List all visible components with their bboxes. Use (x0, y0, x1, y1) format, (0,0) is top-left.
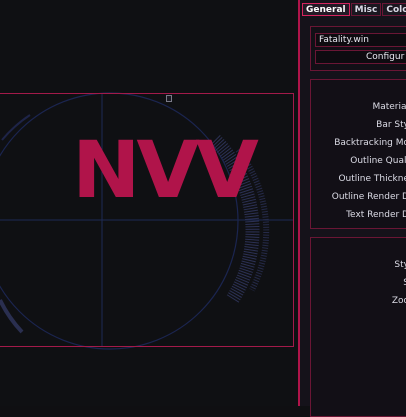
drag-handle[interactable] (166, 95, 172, 102)
tab-colors[interactable]: Colors (382, 3, 406, 16)
setting-text-render-distance[interactable]: Text Render D (346, 210, 406, 220)
tab-bar: General Misc Colors (302, 3, 406, 16)
setting-bar-style[interactable]: Bar Sty (376, 120, 406, 130)
preview-logo-text: NVV (72, 126, 259, 216)
preview-viewport: NVV (0, 0, 298, 406)
setting-material[interactable]: Material (372, 102, 406, 112)
setting-outline-thickness[interactable]: Outline Thickne (338, 174, 406, 184)
setting-outline-render-distance[interactable]: Outline Render D (332, 192, 406, 202)
config-select[interactable]: Fatality.win (315, 33, 406, 47)
settings-group-style: Sty S Zoo (310, 237, 406, 417)
menu-panel: General Misc Colors Fatality.win Configu… (298, 0, 406, 417)
settings-group-visuals: Material Bar Sty Backtracking Mo Outline… (310, 79, 406, 229)
configure-button[interactable]: Configur (315, 50, 406, 64)
config-group: Fatality.win Configur (310, 26, 406, 71)
setting-style[interactable]: Sty (394, 260, 406, 270)
setting-outline-quality[interactable]: Outline Quali (350, 156, 406, 166)
tab-general[interactable]: General (302, 3, 350, 16)
tab-misc[interactable]: Misc (350, 3, 382, 16)
setting-zoom[interactable]: Zoo (392, 296, 406, 306)
setting-backtracking-mode[interactable]: Backtracking Mo (334, 138, 406, 148)
